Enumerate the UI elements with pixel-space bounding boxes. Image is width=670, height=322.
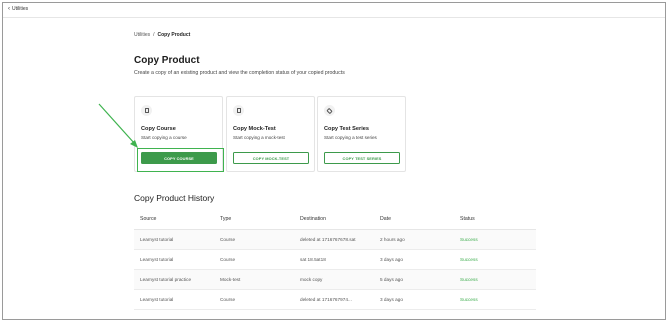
type-cell: Course — [214, 249, 294, 270]
type-cell: Course — [214, 289, 294, 310]
history-table: Source Type Destination Date Status Lear… — [134, 210, 536, 310]
table-row[interactable]: Learnyst tutorial Course deleted at 1716… — [134, 289, 536, 310]
app-window: ‹ Utilities Utilities / Copy Product Cop… — [2, 2, 666, 320]
column-header: Destination — [294, 210, 374, 230]
table-row[interactable]: Learnyst tutorial Course deleted at 1716… — [134, 229, 536, 250]
status-badge: Success — [454, 289, 536, 310]
type-cell: Mock-test — [214, 269, 294, 290]
date-cell: 3 days ago — [374, 249, 454, 270]
table-row[interactable]: Learnyst tutorial Course sat 18.5at18 3 … — [134, 249, 536, 270]
destination-cell: deleted at 1716767974... — [294, 289, 374, 310]
table-row[interactable]: Learnyst tutorial practice Mock-test moc… — [134, 269, 536, 290]
table-header-row: Source Type Destination Date Status — [134, 210, 536, 230]
destination-cell: deleted at 1716767678.sat — [294, 229, 374, 250]
column-header: Status — [454, 210, 536, 230]
date-cell: 3 days ago — [374, 289, 454, 310]
destination-cell: sat 18.5at18 — [294, 249, 374, 270]
status-badge: Success — [454, 249, 536, 270]
source-cell: Learnyst tutorial — [134, 289, 214, 310]
type-cell: Course — [214, 229, 294, 250]
column-header: Source — [134, 210, 214, 230]
status-badge: Success — [454, 269, 536, 290]
date-cell: 5 days ago — [374, 269, 454, 290]
status-badge: Success — [454, 229, 536, 250]
column-header: Date — [374, 210, 454, 230]
source-cell: Learnyst tutorial practice — [134, 269, 214, 290]
history-title: Copy Product History — [134, 193, 215, 203]
column-header: Type — [214, 210, 294, 230]
date-cell: 2 hours ago — [374, 229, 454, 250]
source-cell: Learnyst tutorial — [134, 249, 214, 270]
destination-cell: mock copy — [294, 269, 374, 290]
source-cell: Learnyst tutorial — [134, 229, 214, 250]
